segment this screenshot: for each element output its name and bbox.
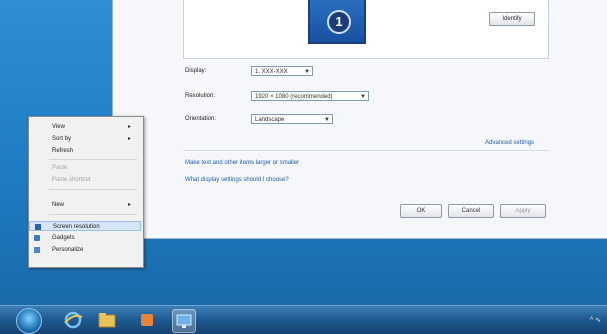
internet-explorer-icon[interactable] xyxy=(62,309,84,331)
menu-item-label: Paste xyxy=(52,165,68,171)
text-size-link[interactable]: Make text and other items larger or smal… xyxy=(185,160,299,166)
windows-explorer-icon[interactable] xyxy=(96,309,118,331)
control-panel-taskbar-button[interactable] xyxy=(172,309,196,333)
display-settings-help-link[interactable]: What display settings should I choose? xyxy=(185,177,289,183)
menu-separator xyxy=(49,159,137,160)
menu-separator xyxy=(49,189,137,190)
orientation-label: Orientation: xyxy=(185,116,217,122)
menu-item-gadgets[interactable]: Gadgets xyxy=(29,233,141,243)
menu-item-personalize[interactable]: Personalize xyxy=(29,245,141,255)
apply-button[interactable]: Apply xyxy=(500,204,546,218)
menu-item-label: Sort by xyxy=(52,136,72,142)
menu-item-label: Paste shortcut xyxy=(52,177,91,183)
menu-item-label: Personalize xyxy=(52,247,84,253)
monitor-number-badge: 1 xyxy=(327,10,351,34)
desktop-context-menu: View ▸ Sort by ▸ Refresh Paste Paste sho… xyxy=(28,116,144,268)
menu-item-refresh[interactable]: Refresh xyxy=(29,146,141,156)
screen-resolution-window: 1 Identify Display: 1. XXX-XXX ▼ Resolut… xyxy=(112,0,607,239)
menu-item-paste-shortcut[interactable]: Paste shortcut xyxy=(29,175,141,185)
menu-item-label: View xyxy=(52,124,65,130)
resolution-select[interactable]: 1920 × 1080 (recommended) ▼ xyxy=(251,91,369,101)
resolution-label: Resolution: xyxy=(185,93,216,99)
monitor-1-icon[interactable]: 1 xyxy=(308,0,366,44)
start-button[interactable] xyxy=(16,308,42,334)
resolution-select-value: 1920 × 1080 (recommended) xyxy=(255,94,333,100)
display-select-value: 1. XXX-XXX xyxy=(255,69,288,75)
menu-item-paste[interactable]: Paste xyxy=(29,163,141,173)
monitor-preview-area: 1 Identify xyxy=(183,0,549,59)
ok-button[interactable]: OK xyxy=(400,204,442,218)
identify-button[interactable]: Identify xyxy=(489,12,535,26)
submenu-arrow-icon: ▸ xyxy=(127,136,131,142)
notification-area[interactable]: ^ ∿ xyxy=(590,316,601,324)
menu-item-sort-by[interactable]: Sort by ▸ xyxy=(29,134,141,144)
menu-item-screen-resolution[interactable]: Screen resolution xyxy=(29,221,141,231)
chevron-down-icon: ▼ xyxy=(304,69,310,75)
orientation-select[interactable]: Landscape ▼ xyxy=(251,114,333,124)
menu-item-new[interactable]: New ▸ xyxy=(29,200,141,210)
menu-item-label: Screen resolution xyxy=(53,224,100,230)
submenu-arrow-icon: ▸ xyxy=(127,124,131,130)
display-select[interactable]: 1. XXX-XXX ▼ xyxy=(251,66,313,76)
divider xyxy=(183,150,549,151)
gadgets-icon xyxy=(34,235,40,241)
display-label: Display: xyxy=(185,68,207,74)
taskbar: ^ ∿ xyxy=(0,305,607,334)
chevron-down-icon: ▼ xyxy=(324,117,330,123)
cancel-button[interactable]: Cancel xyxy=(448,204,494,218)
menu-item-label: New xyxy=(52,202,65,208)
chevron-down-icon: ▼ xyxy=(360,94,366,100)
submenu-arrow-icon: ▸ xyxy=(127,202,131,208)
display-icon xyxy=(35,224,41,230)
menu-item-label: Refresh xyxy=(52,148,74,154)
personalize-icon xyxy=(34,247,40,253)
menu-item-label: Gadgets xyxy=(52,235,75,241)
menu-item-view[interactable]: View ▸ xyxy=(29,122,141,132)
orientation-select-value: Landscape xyxy=(255,117,285,123)
advanced-settings-link[interactable]: Advanced settings xyxy=(485,140,534,146)
menu-separator xyxy=(49,214,137,215)
media-player-icon[interactable] xyxy=(136,309,158,331)
